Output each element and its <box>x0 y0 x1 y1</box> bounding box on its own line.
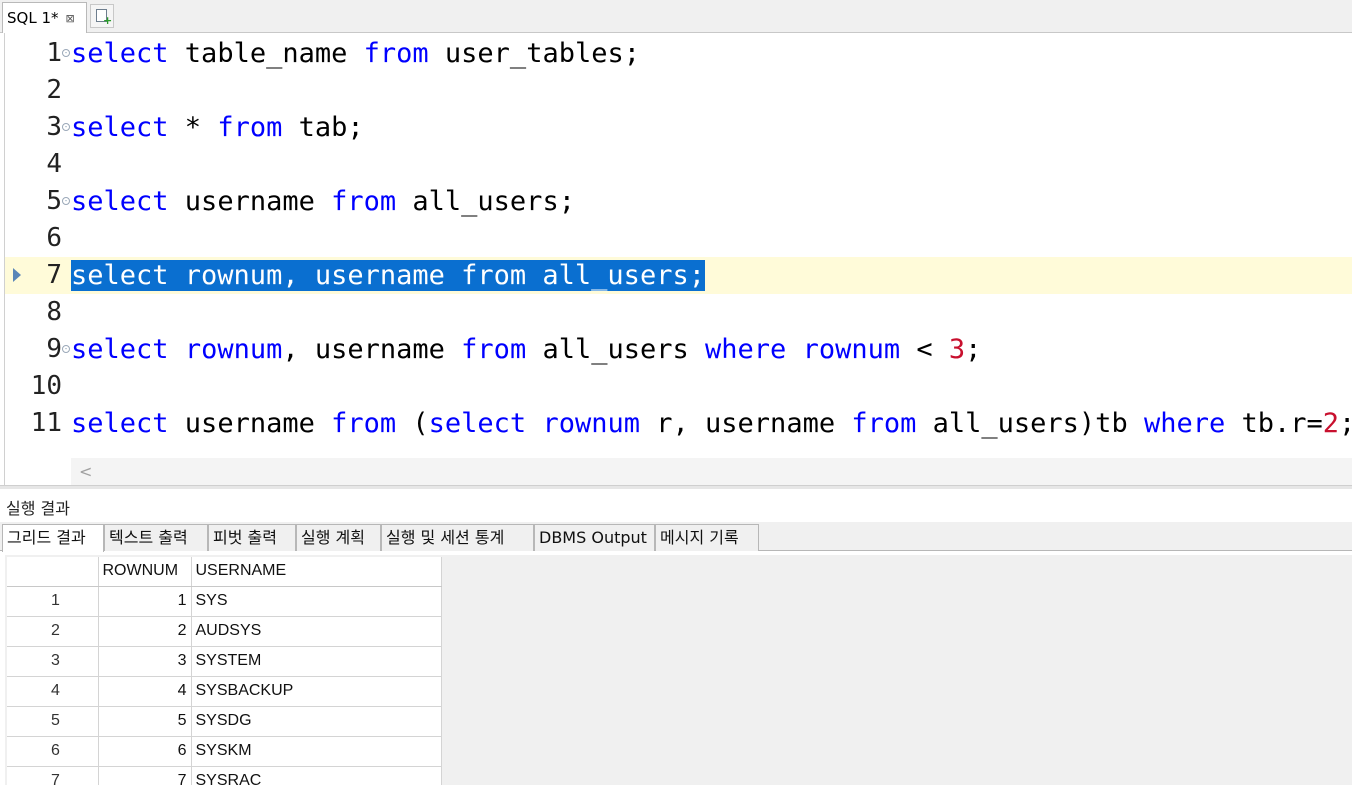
column-header-rownum[interactable]: ROWNUM <box>98 557 192 587</box>
results-grid-area: ROWNUM USERNAME 1 1 SYS 2 2 AUDSYS 3 3 S… <box>5 555 1352 785</box>
close-icon[interactable]: ⊠ <box>66 12 75 25</box>
row-number: 3 <box>7 646 99 677</box>
code-line[interactable]: 5 - select username from all_users; <box>5 183 1352 220</box>
cell-rownum[interactable]: 2 <box>98 616 192 647</box>
table-row[interactable]: 7 7 SYSRAC <box>7 766 442 785</box>
table-row[interactable]: 4 4 SYSBACKUP <box>7 676 442 707</box>
cell-username[interactable]: SYS <box>191 586 442 617</box>
code-text: select * from tab; <box>71 112 364 143</box>
line-number: 7 <box>46 260 62 290</box>
cell-rownum[interactable]: 5 <box>98 706 192 737</box>
cell-rownum[interactable]: 6 <box>98 736 192 767</box>
code-line-current[interactable]: 7 select rownum, username from all_users… <box>5 257 1352 294</box>
new-sql-tab-button[interactable]: + <box>90 4 114 28</box>
scroll-left-icon[interactable]: < <box>79 458 92 485</box>
line-number: 2 <box>46 75 62 105</box>
sql-editor[interactable]: 1 - select table_name from user_tables; … <box>4 33 1352 485</box>
line-number: 9 <box>46 334 62 364</box>
cell-username[interactable]: SYSRAC <box>191 766 442 785</box>
tab-message-log[interactable]: 메시지 기록 <box>655 524 759 551</box>
table-row[interactable]: 1 1 SYS <box>7 586 442 617</box>
code-text: select rownum, username from all_users w… <box>71 334 982 365</box>
panel-splitter[interactable] <box>0 485 1352 489</box>
tab-text-output[interactable]: 텍스트 출력 <box>104 524 208 551</box>
results-panel-title: 실행 결과 <box>6 499 70 518</box>
row-number: 5 <box>7 706 99 737</box>
line-number: 6 <box>46 223 62 253</box>
tab-pivot-output[interactable]: 피벗 출력 <box>208 524 296 551</box>
cell-username[interactable]: SYSTEM <box>191 646 442 677</box>
cell-username[interactable]: SYSDG <box>191 706 442 737</box>
tab-dbms-output[interactable]: DBMS Output <box>534 524 655 551</box>
editor-tab-strip: SQL 1* ⊠ + <box>0 0 1352 33</box>
cell-rownum[interactable]: 7 <box>98 766 192 785</box>
cell-username[interactable]: SYSBACKUP <box>191 676 442 707</box>
tab-grid-results[interactable]: 그리드 결과 <box>2 524 104 552</box>
cell-username[interactable]: SYSKM <box>191 736 442 767</box>
editor-tab-label: SQL 1* <box>7 9 59 27</box>
editor-tab-sql1[interactable]: SQL 1* ⊠ <box>2 2 87 33</box>
row-number: 6 <box>7 736 99 767</box>
row-number: 1 <box>7 586 99 617</box>
line-number: 4 <box>46 149 62 179</box>
tab-execution-plan[interactable]: 실행 계획 <box>296 524 381 551</box>
row-number: 2 <box>7 616 99 647</box>
row-number: 4 <box>7 676 99 707</box>
code-line[interactable]: 1 - select table_name from user_tables; <box>5 35 1352 72</box>
code-text: select username from all_users; <box>71 186 575 217</box>
results-grid: ROWNUM USERNAME 1 1 SYS 2 2 AUDSYS 3 3 S… <box>7 557 442 785</box>
table-row[interactable]: 3 3 SYSTEM <box>7 646 442 677</box>
row-number: 7 <box>7 766 99 785</box>
code-line[interactable]: 4 <box>5 146 1352 183</box>
code-line[interactable]: 6 <box>5 220 1352 257</box>
results-tab-bar: 그리드 결과 텍스트 출력 피벗 출력 실행 계획 실행 및 세션 통계 DBM… <box>0 522 1352 552</box>
code-text: select username from (select rownum r, u… <box>71 408 1352 439</box>
plus-icon: + <box>103 14 113 27</box>
code-line[interactable]: 3 - select * from tab; <box>5 109 1352 146</box>
cell-rownum[interactable]: 4 <box>98 676 192 707</box>
tab-session-statistics[interactable]: 실행 및 세션 통계 <box>381 524 534 551</box>
cell-rownum[interactable]: 1 <box>98 586 192 617</box>
line-number: 3 <box>46 112 62 142</box>
code-line[interactable]: 11 select username from (select rownum r… <box>5 405 1352 442</box>
fold-icon[interactable]: - <box>62 197 70 205</box>
grid-header-row: ROWNUM USERNAME <box>7 557 442 587</box>
fold-icon[interactable]: - <box>62 345 70 353</box>
table-row[interactable]: 6 6 SYSKM <box>7 736 442 767</box>
horizontal-scrollbar[interactable]: < <box>71 458 1352 485</box>
table-row[interactable]: 2 2 AUDSYS <box>7 616 442 647</box>
line-number: 1 <box>46 38 62 68</box>
line-number: 10 <box>30 371 62 401</box>
selected-code-text: select rownum, username from all_users; <box>71 260 705 291</box>
code-line[interactable]: 2 <box>5 72 1352 109</box>
code-line[interactable]: 10 <box>5 368 1352 405</box>
code-text: select table_name from user_tables; <box>71 38 640 69</box>
code-line[interactable]: 9 - select rownum, username from all_use… <box>5 331 1352 368</box>
cell-rownum[interactable]: 3 <box>98 646 192 677</box>
line-number: 11 <box>30 408 62 438</box>
fold-icon[interactable]: - <box>62 49 70 57</box>
code-line[interactable]: 8 <box>5 294 1352 331</box>
cell-username[interactable]: AUDSYS <box>191 616 442 647</box>
column-header-username[interactable]: USERNAME <box>191 557 442 587</box>
line-number: 5 <box>46 186 62 216</box>
row-number-header <box>7 557 99 587</box>
line-number: 8 <box>46 297 62 327</box>
fold-icon[interactable]: - <box>62 123 70 131</box>
table-row[interactable]: 5 5 SYSDG <box>7 706 442 737</box>
